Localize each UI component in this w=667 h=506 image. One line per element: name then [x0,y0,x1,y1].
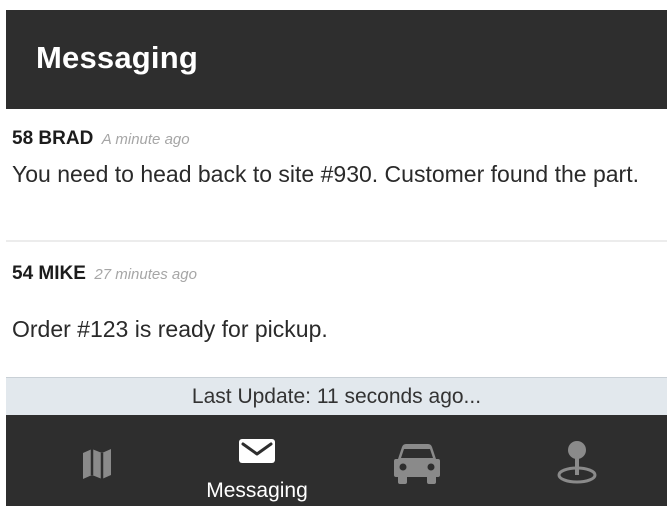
last-update-text: Last Update: 11 seconds ago... [191,385,482,408]
message-list: 58 BRAD A minute ago You need to head ba… [0,109,667,377]
message-header: 54 MIKE 27 minutes ago [12,263,197,285]
tab-label: Messaging [206,479,308,502]
message-item[interactable]: 58 BRAD A minute ago You need to head ba… [0,109,667,240]
map-icon [83,449,111,479]
app-header: Messaging [6,10,667,109]
message-time: 27 minutes ago [94,266,197,283]
tab-vehicle[interactable] [342,415,492,506]
message-item[interactable]: 54 MIKE 27 minutes ago Order #123 is rea… [0,242,667,377]
message-header: 58 BRAD A minute ago [12,128,190,150]
car-icon [394,444,440,484]
page-title: Messaging [36,40,199,75]
message-sender: 58 BRAD [12,128,94,149]
top-margin [0,0,667,10]
message-body: You need to head back to site #930. Cust… [12,161,639,187]
last-update-bar: Last Update: 11 seconds ago... [6,377,667,415]
envelope-icon [239,439,275,463]
tab-map[interactable] [22,415,172,506]
bottom-tab-bar: Messaging [6,415,667,506]
app-screen: Messaging 58 BRAD A minute ago You need … [0,0,667,506]
tab-location[interactable] [502,415,652,506]
message-time: A minute ago [101,131,190,148]
location-pin-icon [557,441,597,484]
message-body: Order #123 is ready for pickup. [12,316,328,342]
tab-messaging[interactable]: Messaging [182,415,332,506]
message-sender: 54 MIKE [12,263,86,284]
